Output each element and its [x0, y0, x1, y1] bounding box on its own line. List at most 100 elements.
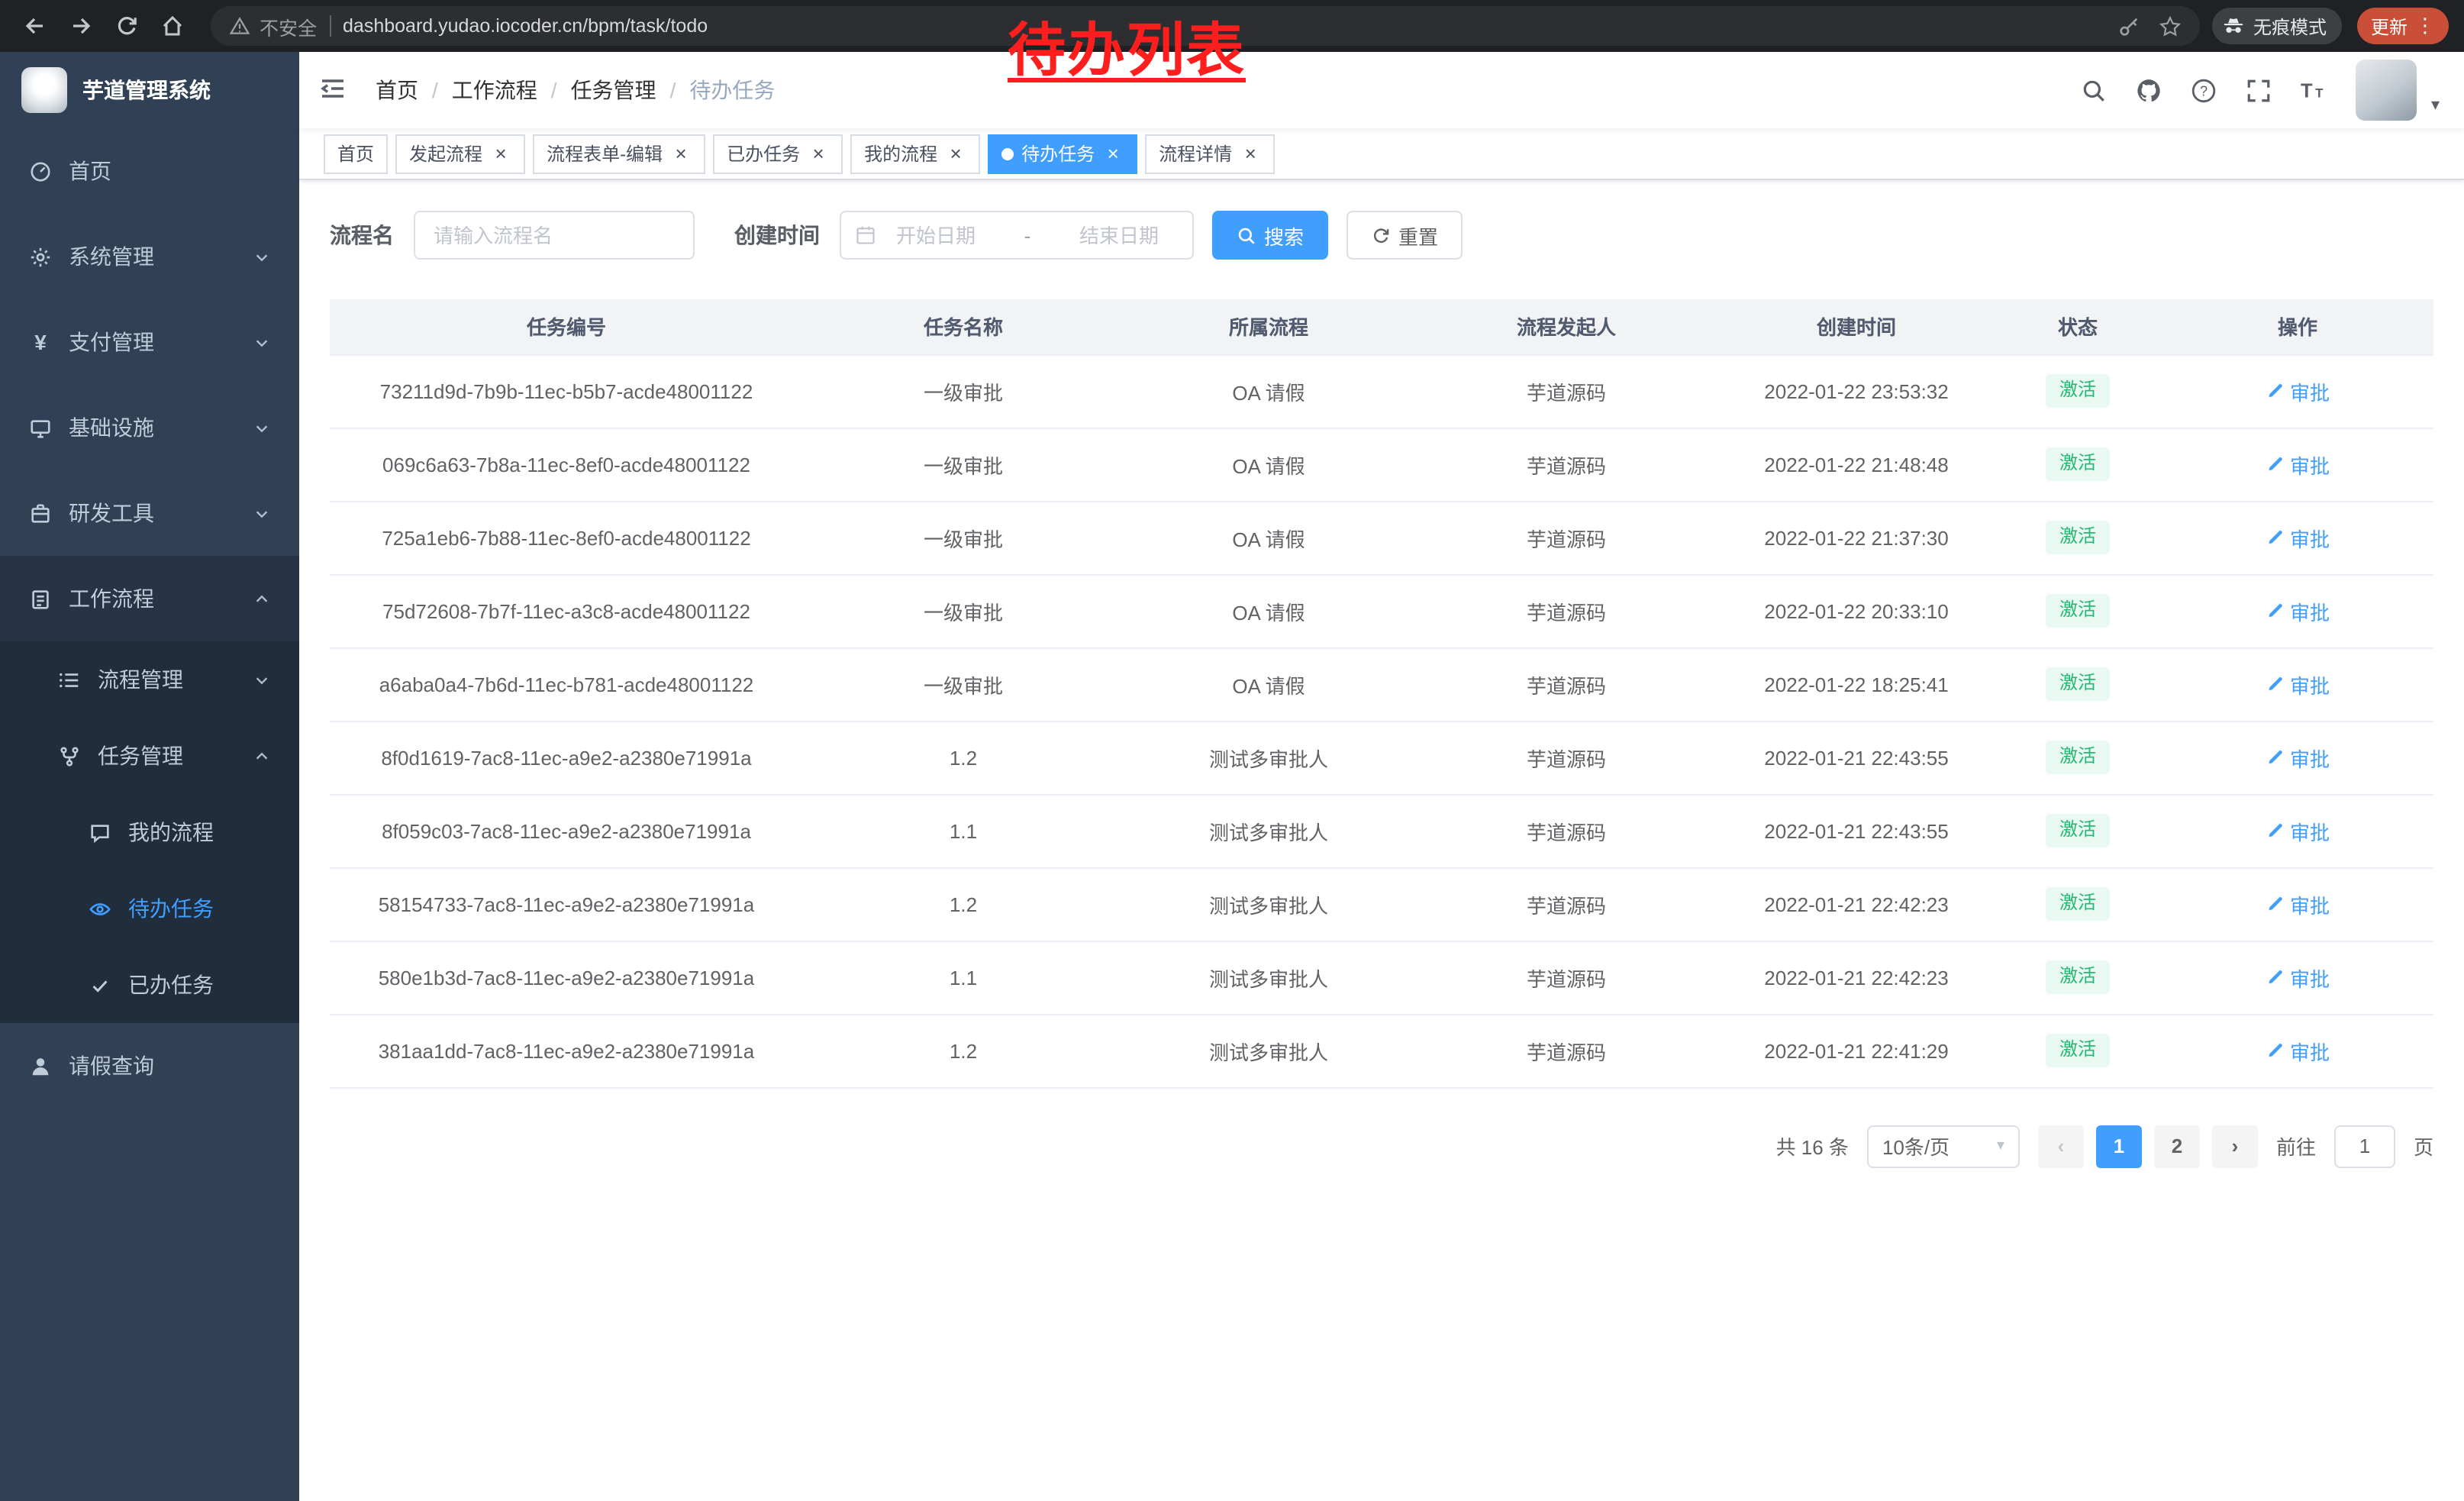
cell-task-id: 75d72608-7b7f-11ec-a3c8-acde48001122: [330, 574, 803, 647]
omnibox-divider: [329, 15, 331, 37]
sidebar-item-leave-query[interactable]: 请假查询: [0, 1023, 299, 1109]
dashboard-icon: [29, 160, 52, 182]
page-button-1[interactable]: 1: [2096, 1125, 2142, 1167]
back-icon[interactable]: [15, 6, 55, 46]
tab-process-detail[interactable]: 流程详情 ×: [1145, 134, 1275, 173]
close-icon[interactable]: ×: [490, 143, 511, 164]
cell-status: 激活: [1994, 501, 2162, 574]
table-header-row: 任务编号 任务名称 所属流程 流程发起人 创建时间 状态 操作: [330, 299, 2433, 354]
sidebar-item-done-task[interactable]: 已办任务: [0, 947, 299, 1023]
close-icon[interactable]: ×: [1102, 143, 1124, 164]
cell-status: 激活: [1994, 721, 2162, 794]
key-icon[interactable]: [2117, 15, 2140, 37]
start-date-input[interactable]: [876, 224, 995, 247]
cell-task-name: 1.2: [803, 721, 1124, 794]
cell-process: 测试多审批人: [1124, 867, 1414, 941]
breadcrumb-task-mgmt[interactable]: 任务管理: [571, 75, 656, 105]
end-date-input[interactable]: [1059, 224, 1179, 247]
breadcrumb-home[interactable]: 首页: [376, 75, 418, 105]
approve-link[interactable]: 审批: [2266, 670, 2330, 699]
sidebar-item-my-process[interactable]: 我的流程: [0, 794, 299, 870]
approve-link[interactable]: 审批: [2266, 816, 2330, 845]
cell-task-id: 069c6a63-7b8a-11ec-8ef0-acde48001122: [330, 428, 803, 501]
reset-icon: [1371, 225, 1391, 245]
user-avatar[interactable]: [2356, 60, 2417, 121]
approve-link[interactable]: 审批: [2266, 376, 2330, 405]
date-range-picker[interactable]: -: [840, 211, 1194, 260]
reload-icon[interactable]: [107, 6, 147, 46]
approve-link[interactable]: 审批: [2266, 1036, 2330, 1065]
home-icon[interactable]: [153, 6, 192, 46]
update-button[interactable]: 更新 ⋮: [2357, 8, 2449, 44]
edit-icon: [2266, 528, 2284, 547]
help-icon[interactable]: ?: [2191, 77, 2217, 103]
approve-link[interactable]: 审批: [2266, 596, 2330, 625]
sidebar-item-home[interactable]: 首页: [0, 128, 299, 214]
approve-link[interactable]: 审批: [2266, 889, 2330, 918]
next-page-button[interactable]: ›: [2212, 1125, 2258, 1167]
edit-icon: [2266, 895, 2284, 913]
page-button-2[interactable]: 2: [2154, 1125, 2200, 1167]
cell-task-name: 一级审批: [803, 501, 1124, 574]
search-icon[interactable]: [2082, 77, 2108, 103]
cell-initiator: 芋道源码: [1414, 428, 1719, 501]
sidebar-fold-icon[interactable]: [318, 73, 351, 107]
cell-task-id: 73211d9d-7b9b-11ec-b5b7-acde48001122: [330, 354, 803, 428]
cell-initiator: 芋道源码: [1414, 647, 1719, 721]
list-icon: [58, 668, 81, 691]
approve-link[interactable]: 审批: [2266, 523, 2330, 552]
font-size-icon[interactable]: TT: [2301, 77, 2327, 103]
tab-home[interactable]: 首页: [324, 134, 388, 173]
process-name-input[interactable]: [414, 211, 695, 260]
approve-link[interactable]: 审批: [2266, 963, 2330, 992]
active-dot: [1001, 147, 1014, 160]
browser-menu-icon[interactable]: ⋮: [2415, 14, 2435, 38]
star-icon[interactable]: [2159, 15, 2182, 37]
goto-page-input[interactable]: [2334, 1125, 2395, 1167]
sidebar-item-process-mgmt[interactable]: 流程管理: [0, 641, 299, 718]
cell-status: 激活: [1994, 428, 2162, 501]
sidebar: 芋道管理系统 首页 系统管理 ¥ 支付管理 基础设施: [0, 52, 299, 1501]
approve-link[interactable]: 审批: [2266, 743, 2330, 772]
close-icon[interactable]: ×: [808, 143, 829, 164]
page-size-select[interactable]: 10条/页 ▾: [1867, 1125, 2020, 1167]
cell-task-name: 1.2: [803, 867, 1124, 941]
approve-link[interactable]: 审批: [2266, 450, 2330, 479]
sidebar-item-todo-task[interactable]: 待办任务: [0, 870, 299, 947]
prev-page-button[interactable]: ‹: [2038, 1125, 2084, 1167]
column-header-process: 所属流程: [1124, 299, 1414, 354]
sidebar-item-payment-mgmt[interactable]: ¥ 支付管理: [0, 299, 299, 385]
sidebar-item-system-mgmt[interactable]: 系统管理: [0, 214, 299, 299]
sidebar-item-infrastructure[interactable]: 基础设施: [0, 385, 299, 470]
sidebar-item-task-mgmt[interactable]: 任务管理: [0, 718, 299, 794]
cell-action: 审批: [2162, 354, 2433, 428]
forward-icon[interactable]: [61, 6, 101, 46]
breadcrumb-workflow[interactable]: 工作流程: [452, 75, 537, 105]
tab-my-process[interactable]: 我的流程 ×: [850, 134, 980, 173]
cell-action: 审批: [2162, 501, 2433, 574]
table-row: 381aa1dd-7ac8-11ec-a9e2-a2380e71991a 1.2…: [330, 1014, 2433, 1087]
tab-form-edit[interactable]: 流程表单-编辑 ×: [533, 134, 705, 173]
github-icon[interactable]: [2137, 77, 2162, 103]
sidebar-item-dev-tools[interactable]: 研发工具: [0, 470, 299, 556]
tab-start-process[interactable]: 发起流程 ×: [395, 134, 525, 173]
search-button[interactable]: 搜索: [1212, 211, 1328, 260]
chevron-down-icon: [253, 505, 270, 521]
sidebar-item-workflow[interactable]: 工作流程: [0, 556, 299, 641]
cell-task-name: 一级审批: [803, 354, 1124, 428]
avatar-caret-icon[interactable]: ▾: [2431, 95, 2440, 121]
fullscreen-icon[interactable]: [2246, 77, 2272, 103]
close-icon[interactable]: ×: [945, 143, 966, 164]
app-logo[interactable]: 芋道管理系统: [0, 52, 299, 128]
close-icon[interactable]: ×: [1240, 143, 1261, 164]
cell-action: 审批: [2162, 794, 2433, 867]
tab-todo-tasks[interactable]: 待办任务 ×: [988, 134, 1137, 173]
reset-button[interactable]: 重置: [1346, 211, 1463, 260]
close-icon[interactable]: ×: [670, 143, 692, 164]
page-unit-label: 页: [2414, 1131, 2433, 1160]
table-row: 725a1eb6-7b88-11ec-8ef0-acde48001122 一级审…: [330, 501, 2433, 574]
tab-done-tasks[interactable]: 已办任务 ×: [713, 134, 843, 173]
cell-status: 激活: [1994, 867, 2162, 941]
status-badge: 激活: [2046, 814, 2110, 847]
svg-text:?: ?: [2201, 82, 2208, 98]
